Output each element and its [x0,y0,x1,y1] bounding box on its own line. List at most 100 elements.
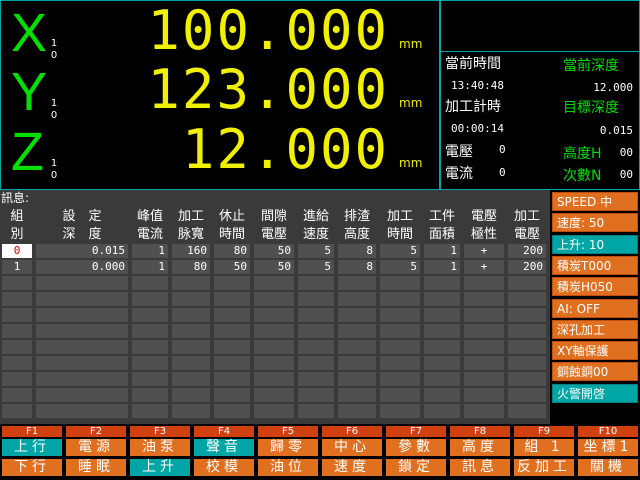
fkey-bottom-button-f4[interactable]: 校模 [194,459,254,476]
fkey-bottom-button-f10[interactable]: 關機 [578,459,638,476]
table-cell[interactable]: + [464,260,504,274]
table-cell[interactable]: 1 [424,260,460,274]
fkey-top-button-f10[interactable]: 坐標1 [578,439,638,456]
table-cell[interactable] [298,356,334,370]
table-cell[interactable] [380,340,420,354]
right-menu-item-3[interactable]: 積炭T000 [552,255,638,275]
table-cell[interactable] [424,356,460,370]
table-cell[interactable]: 1 [424,244,460,258]
table-cell[interactable] [464,340,504,354]
right-menu-item-5[interactable]: AI: OFF [552,298,638,318]
table-cell[interactable]: 5 [380,260,420,274]
table-cell[interactable] [214,388,250,402]
table-cell[interactable] [2,340,32,354]
table-cell[interactable] [338,292,376,306]
table-cell[interactable] [298,276,334,290]
table-cell[interactable] [424,276,460,290]
table-cell[interactable] [36,404,128,418]
table-cell[interactable] [132,276,168,290]
table-cell[interactable] [508,276,546,290]
table-cell[interactable]: 8 [338,244,376,258]
table-cell[interactable]: 50 [214,260,250,274]
table-cell[interactable] [380,388,420,402]
table-cell[interactable] [424,388,460,402]
table-cell[interactable] [508,308,546,322]
right-menu-item-2[interactable]: 上升: 10 [552,234,638,254]
table-cell[interactable]: 8 [338,260,376,274]
table-cell[interactable] [2,292,32,306]
table-cell[interactable] [172,276,210,290]
table-cell[interactable] [172,388,210,402]
table-cell[interactable]: 0 [2,244,32,258]
table-cell[interactable]: 1 [132,244,168,258]
table-cell[interactable] [380,276,420,290]
table-cell[interactable]: 5 [298,244,334,258]
table-cell[interactable] [464,388,504,402]
table-cell[interactable] [2,276,32,290]
table-cell[interactable] [338,276,376,290]
right-menu-item-7[interactable]: XY軸保護 [552,341,638,361]
table-cell[interactable] [424,324,460,338]
table-cell[interactable] [254,308,294,322]
table-cell[interactable] [214,372,250,386]
table-cell[interactable]: 200 [508,260,546,274]
table-cell[interactable]: 80 [214,244,250,258]
table-cell[interactable] [338,372,376,386]
table-cell[interactable]: 5 [298,260,334,274]
table-cell[interactable] [424,404,460,418]
table-cell[interactable] [172,292,210,306]
fkey-top-button-f7[interactable]: 參數 [386,439,446,456]
table-cell[interactable] [36,388,128,402]
table-cell[interactable] [464,276,504,290]
table-cell[interactable] [298,292,334,306]
table-cell[interactable] [298,324,334,338]
table-cell[interactable] [2,324,32,338]
table-cell[interactable] [214,292,250,306]
table-cell[interactable] [214,308,250,322]
fkey-top-button-f8[interactable]: 高度 [450,439,510,456]
table-cell[interactable] [298,372,334,386]
table-cell[interactable] [36,372,128,386]
fkey-bottom-button-f2[interactable]: 睡眠 [66,459,126,476]
table-cell[interactable] [508,324,546,338]
fkey-top-button-f6[interactable]: 中心 [322,439,382,456]
table-cell[interactable] [214,404,250,418]
table-cell[interactable] [132,372,168,386]
table-cell[interactable] [508,292,546,306]
table-cell[interactable] [36,340,128,354]
table-cell[interactable]: + [464,244,504,258]
table-cell[interactable] [380,308,420,322]
table-cell[interactable] [132,340,168,354]
fkey-bottom-button-f3[interactable]: 上升 [130,459,190,476]
table-cell[interactable] [254,372,294,386]
fkey-bottom-button-f1[interactable]: 下行 [2,459,62,476]
table-cell[interactable] [464,404,504,418]
table-cell[interactable] [338,324,376,338]
fkey-top-button-f3[interactable]: 油泵 [130,439,190,456]
table-cell[interactable] [172,404,210,418]
parameter-table[interactable]: 組別設 定深 度峰值 電流 加工 脉寬 休止 時間 間隙 電壓 進給 速度 排渣 高度 加工 時間 工件 面積… [0,206,550,424]
table-cell[interactable]: 1 [132,260,168,274]
fkey-top-button-f9[interactable]: 組 1 [514,439,574,456]
table-cell[interactable] [2,388,32,402]
table-cell[interactable] [132,324,168,338]
table-cell[interactable] [424,340,460,354]
table-cell[interactable] [132,356,168,370]
table-cell[interactable] [254,404,294,418]
right-menu-item-4[interactable]: 積炭H050 [552,277,638,297]
table-cell[interactable]: 200 [508,244,546,258]
table-cell[interactable] [508,372,546,386]
table-cell[interactable] [338,404,376,418]
table-cell[interactable] [380,292,420,306]
table-cell[interactable] [254,340,294,354]
table-cell[interactable] [464,324,504,338]
table-cell[interactable] [254,388,294,402]
table-cell[interactable] [380,404,420,418]
table-cell[interactable] [2,372,32,386]
table-cell[interactable] [254,276,294,290]
table-cell[interactable] [36,292,128,306]
fkey-bottom-button-f5[interactable]: 油位 [258,459,318,476]
table-cell[interactable] [172,324,210,338]
table-cell[interactable] [214,356,250,370]
table-cell[interactable] [2,308,32,322]
